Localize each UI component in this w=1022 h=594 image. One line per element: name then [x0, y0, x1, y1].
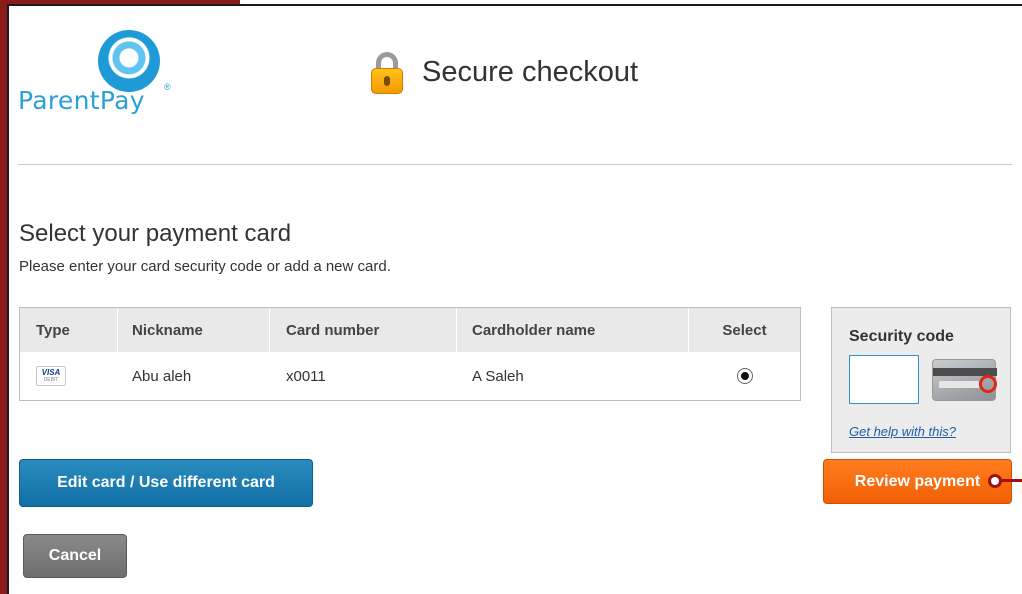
secure-checkout-header: Secure checkout: [368, 50, 638, 94]
lock-icon: [368, 50, 406, 94]
column-header-nickname: Nickname: [118, 308, 270, 352]
card-number: x0011: [286, 367, 326, 385]
parentpay-logo-mark-icon: [98, 30, 160, 92]
security-code-label: Security code: [849, 328, 954, 345]
logo-registered-mark: ®: [164, 82, 171, 92]
security-code-panel: Security code Get help with this?: [831, 307, 1011, 453]
column-header-cardholder-name: Cardholder name: [457, 308, 689, 352]
edit-card-button[interactable]: Edit card / Use different card: [19, 459, 313, 507]
section-title: Select your payment card: [19, 220, 292, 247]
column-header-card-number: Card number: [270, 308, 457, 352]
visa-logo-text: VISA: [41, 368, 61, 377]
parentpay-logo[interactable]: ParentPay ®: [18, 30, 171, 125]
pointer-marker-icon: [988, 474, 1002, 488]
payment-cards-table: Type Nickname Card number Cardholder nam…: [19, 307, 801, 401]
review-payment-button[interactable]: Review payment: [823, 459, 1012, 504]
security-code-input[interactable]: [849, 355, 919, 404]
table-header: Type Nickname Card number Cardholder nam…: [20, 308, 800, 352]
window-border-top: [9, 4, 1022, 6]
section-subtitle: Please enter your card security code or …: [19, 258, 391, 275]
column-header-select: Select: [722, 321, 767, 339]
page-title: Secure checkout: [422, 55, 639, 88]
window-border-left: [7, 4, 9, 594]
card-nickname: Abu aleh: [132, 367, 192, 385]
window-frame-left: [0, 0, 7, 594]
cardholder-name: A Saleh: [472, 367, 524, 385]
security-code-help-link[interactable]: Get help with this?: [849, 424, 956, 439]
cancel-button[interactable]: Cancel: [23, 534, 127, 578]
table-row[interactable]: VISA DEBIT Abu aleh x0011 A Saleh: [20, 352, 800, 400]
column-header-type: Type: [20, 308, 118, 352]
visa-logo-subtext: DEBIT: [43, 377, 59, 383]
header-divider: [18, 164, 1012, 165]
select-card-radio[interactable]: [736, 368, 753, 384]
card-back-cvv-icon: [932, 359, 997, 401]
logo-text: ParentPay: [18, 86, 145, 115]
pointer-marker-line: [1002, 479, 1022, 482]
visa-card-icon: VISA DEBIT: [36, 366, 66, 386]
